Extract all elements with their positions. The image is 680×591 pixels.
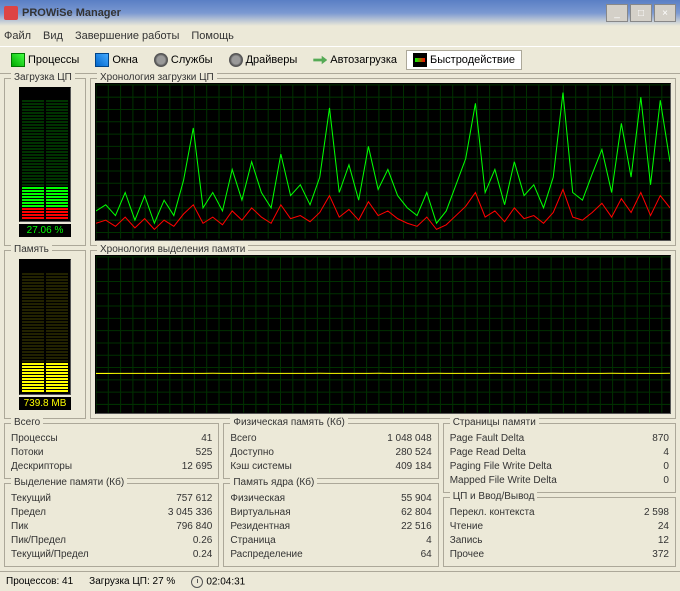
tab-processes[interactable]: Процессы (4, 50, 86, 70)
performance-icon (413, 53, 427, 67)
cpu-meter-title: Загрузка ЦП (11, 72, 75, 83)
mem-meter-title: Память (11, 244, 52, 255)
menu-view[interactable]: Вид (43, 30, 63, 42)
mem-meter (19, 259, 71, 396)
mem-meter-panel: Память 739.8 MB (4, 250, 86, 420)
services-icon (154, 53, 168, 67)
mem-graph-panel: Хронология выделения памяти (90, 250, 676, 420)
mem-graph-title: Хронология выделения памяти (97, 244, 248, 255)
cpu-value: 27.06 % (19, 224, 71, 237)
cpu-graph-title: Хронология загрузки ЦП (97, 72, 217, 83)
status-cpu: Загрузка ЦП: 27 % (89, 576, 175, 587)
tab-performance[interactable]: Быстродействие (406, 50, 522, 70)
totals-group: Всего Процессы41 Потоки525 Дескрипторы12… (4, 423, 219, 479)
menu-shutdown[interactable]: Завершение работы (75, 30, 179, 42)
close-button[interactable]: × (654, 4, 676, 22)
status-bar: Процессов: 41 Загрузка ЦП: 27 % 02:04:31 (0, 571, 680, 591)
physical-group: Физическая память (Кб) Всего1 048 048 До… (223, 423, 438, 479)
status-uptime: 02:04:31 (191, 576, 245, 588)
minimize-button[interactable]: _ (606, 4, 628, 22)
windows-icon (95, 53, 109, 67)
pages-group: Страницы памяти Page Fault Delta870 Page… (443, 423, 676, 493)
menu-bar: Файл Вид Завершение работы Помощь (0, 26, 680, 46)
startup-icon (313, 53, 327, 67)
tab-services[interactable]: Службы (147, 50, 220, 70)
toolbar: Процессы Окна Службы Драйверы Автозагруз… (0, 46, 680, 74)
status-processes: Процессов: 41 (6, 576, 73, 587)
mem-value: 739.8 MB (19, 397, 71, 410)
cpu-meter-panel: Загрузка ЦП 27.06 % (4, 78, 86, 246)
clock-icon (191, 576, 203, 588)
cpu-graph-panel: Хронология загрузки ЦП (90, 78, 676, 246)
commit-group: Выделение памяти (Кб) Текущий757 612 Пре… (4, 483, 219, 567)
cpu-meter (19, 87, 71, 222)
title-bar: PROWiSe Manager _ □ × (0, 0, 680, 26)
window-title: PROWiSe Manager (22, 7, 606, 19)
cpu-history-chart (96, 84, 670, 240)
kernel-group: Память ядра (Кб) Физическая55 904 Виртуа… (223, 483, 438, 567)
tab-drivers[interactable]: Драйверы (222, 50, 305, 70)
drivers-icon (229, 53, 243, 67)
menu-file[interactable]: Файл (4, 30, 31, 42)
io-group: ЦП и Ввод/Вывод Перекл. контекста2 598 Ч… (443, 497, 676, 567)
mem-history-chart (96, 256, 670, 414)
processes-icon (11, 53, 25, 67)
tab-startup[interactable]: Автозагрузка (306, 50, 404, 70)
app-icon (4, 6, 18, 20)
menu-help[interactable]: Помощь (191, 30, 234, 42)
maximize-button[interactable]: □ (630, 4, 652, 22)
tab-windows[interactable]: Окна (88, 50, 145, 70)
